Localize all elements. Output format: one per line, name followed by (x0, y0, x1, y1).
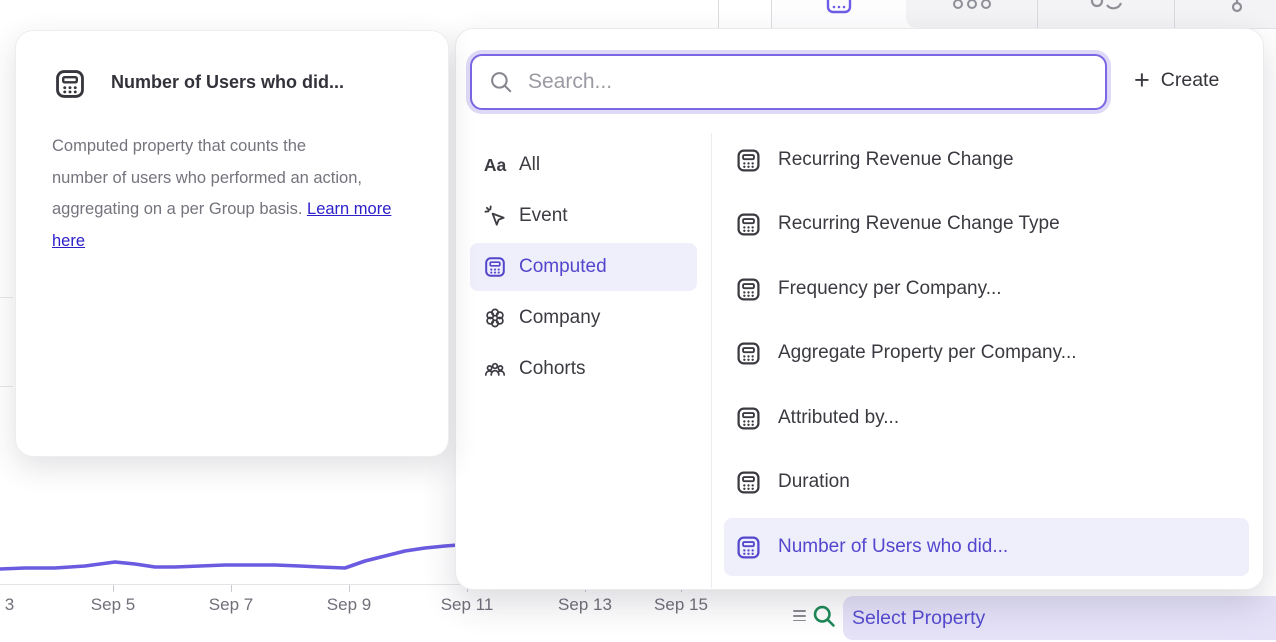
property-item[interactable]: Aggregate Property per Company... (724, 324, 1249, 382)
create-button[interactable]: + Create (1134, 65, 1219, 95)
select-property-label: Select Property (852, 607, 985, 630)
calculator-icon (53, 67, 87, 101)
tab-flows[interactable] (1175, 0, 1276, 28)
cohorts-people-icon (482, 357, 508, 381)
axis-tick (113, 585, 114, 592)
calculator-icon (735, 276, 762, 303)
property-picker-panel: + Create Aa All Event (455, 28, 1264, 590)
axis-label: Sep 15 (654, 595, 708, 615)
aa-text-icon: Aa (482, 155, 508, 176)
calculator-icon (735, 469, 762, 496)
axis-label: Sep 11 (441, 595, 494, 615)
category-company[interactable]: Company (470, 294, 697, 342)
category-computed[interactable]: Computed (470, 243, 697, 291)
axis-label: Sep 5 (91, 595, 135, 615)
calculator-icon (735, 534, 762, 561)
tab-retention[interactable] (1038, 0, 1174, 28)
inactive-tab-group (906, 0, 1276, 28)
property-item[interactable]: Recurring Revenue Change (724, 131, 1249, 189)
property-item[interactable]: Recurring Revenue Change Type (724, 195, 1249, 253)
background-divider (0, 386, 13, 387)
panel-divider (711, 133, 712, 588)
tooltip-title: Number of Users who did... (111, 72, 344, 93)
funnels-icon (953, 0, 991, 12)
toolbar-divider (718, 0, 719, 29)
category-all[interactable]: Aa All (470, 141, 697, 189)
flows-icon (1231, 0, 1243, 14)
axis-label: Sep 9 (327, 595, 371, 615)
axis-label: Sep 13 (558, 595, 612, 615)
search-input-wrapper (470, 54, 1107, 110)
category-cohorts[interactable]: Cohorts (470, 345, 697, 393)
category-event[interactable]: Event (470, 192, 697, 240)
axis-tick (231, 585, 232, 592)
insights-board-icon (826, 0, 852, 14)
chart-type-tabs (772, 0, 1276, 28)
plus-icon: + (1134, 65, 1150, 95)
axis-tick (349, 585, 350, 592)
axis-label: Sep 3 (0, 595, 14, 615)
background-divider (0, 297, 13, 298)
company-flower-icon (482, 306, 508, 330)
property-item[interactable]: Duration (724, 453, 1249, 511)
search-icon (488, 69, 514, 95)
property-item[interactable]: Attributed by... (724, 389, 1249, 447)
tab-funnels[interactable] (906, 0, 1037, 28)
tooltip-body-line: aggregating on a per Group basis. (52, 200, 302, 218)
app-root: Sep 3 Sep 5 Sep 7 Sep 9 Sep 11 Sep 13 Se… (0, 0, 1276, 642)
search-icon[interactable] (811, 603, 838, 630)
tooltip-body: Computed property that counts the number… (52, 131, 414, 257)
calculator-icon (735, 405, 762, 432)
property-item[interactable]: Number of Users who did... (724, 518, 1249, 576)
event-click-icon (482, 205, 508, 228)
calculator-icon (735, 211, 762, 238)
axis-label: Sep 7 (209, 595, 253, 615)
property-tooltip-card: Number of Users who did... Computed prop… (15, 30, 449, 457)
retention-icon (1090, 0, 1124, 10)
search-input[interactable] (526, 69, 1095, 95)
tooltip-body-line: Computed property that counts the (52, 131, 414, 163)
drag-handle-icon[interactable] (793, 610, 807, 625)
tooltip-body-line: number of users who performed an action, (52, 163, 414, 195)
tab-insights[interactable] (772, 0, 906, 28)
calculator-icon (735, 340, 762, 367)
calculator-icon (735, 147, 762, 174)
property-item[interactable]: Frequency per Company... (724, 260, 1249, 318)
calculator-icon (482, 255, 508, 279)
select-property-button[interactable]: Select Property (843, 596, 1276, 640)
